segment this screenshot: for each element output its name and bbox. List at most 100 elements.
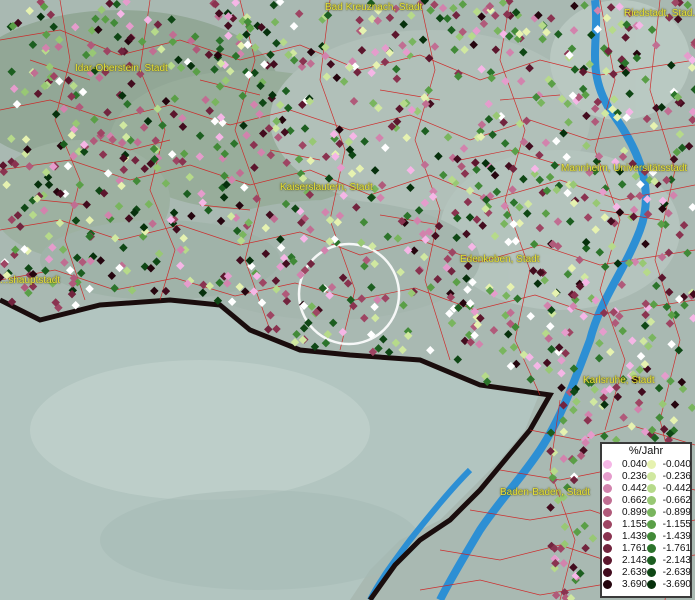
legend-value: -1.155 (662, 519, 691, 531)
measurement-point (15, 222, 25, 231)
measurement-point (306, 259, 316, 269)
measurement-point (119, 165, 129, 174)
measurement-point (157, 44, 166, 54)
legend-swatch (603, 483, 612, 493)
measurement-point (515, 203, 524, 212)
legend-value: 0.040 (621, 458, 647, 470)
measurement-point (127, 286, 137, 295)
measurement-point (680, 301, 689, 310)
measurement-point (467, 242, 477, 252)
legend-row: 2.143 (603, 555, 647, 567)
measurement-point (589, 397, 598, 407)
measurement-point (20, 87, 30, 97)
measurement-point (338, 273, 348, 283)
measurement-point (44, 180, 54, 190)
measurement-point (292, 329, 301, 339)
measurement-point (488, 130, 497, 139)
measurement-point (151, 136, 160, 145)
measurement-point (669, 191, 678, 200)
legend-swatch (603, 580, 612, 590)
legend-row: 0.040 (603, 458, 647, 470)
measurement-point (424, 53, 434, 63)
measurement-point (460, 169, 470, 178)
measurement-point (424, 85, 433, 95)
label-bad-kreuznach: Bad Kreuznach, Stadt (325, 2, 423, 13)
legend-row: -0.442 (647, 482, 691, 494)
legend-row: 2.639 (603, 567, 647, 579)
insar-velocity-map[interactable]: Bad Kreuznach, Stadt Idar-Oberstein, Sta… (0, 0, 695, 600)
measurement-point (462, 229, 471, 239)
measurement-point (431, 231, 440, 241)
measurement-point (20, 203, 29, 213)
measurement-point (290, 337, 300, 347)
measurement-point (413, 216, 422, 225)
measurement-point (690, 85, 695, 94)
measurement-point (240, 183, 249, 192)
legend-negative-column: -0.040 -0.236 -0.442 -0.662 -0.899 -1.155 -1.4… (647, 458, 691, 591)
legend-swatch (603, 471, 612, 481)
measurement-point (179, 149, 189, 158)
legend-row: -2.143 (647, 555, 691, 567)
measurement-point (349, 96, 359, 106)
measurement-point (103, 108, 112, 117)
measurement-point (474, 340, 484, 349)
measurement-point (360, 137, 369, 146)
measurement-point (580, 1, 589, 10)
measurement-point (122, 0, 131, 7)
measurement-point (592, 198, 601, 208)
measurement-point (119, 243, 128, 252)
legend-swatch (647, 520, 656, 530)
measurement-point (133, 138, 142, 147)
measurement-point (634, 398, 644, 408)
label-edenkoben: Edenkoben, Stadt (460, 254, 540, 265)
measurement-point (688, 107, 695, 117)
measurement-point (557, 356, 566, 365)
measurement-point (28, 40, 38, 49)
legend-row: 0.236 (603, 470, 647, 482)
measurement-point (102, 46, 112, 56)
measurement-point (154, 249, 164, 259)
measurement-point (617, 280, 627, 290)
measurement-point (343, 279, 353, 288)
measurement-point (478, 221, 487, 230)
measurement-point (271, 276, 281, 285)
legend-value: -0.899 (662, 506, 691, 518)
measurement-point (489, 326, 499, 335)
measurement-point (215, 82, 225, 91)
measurement-point (215, 132, 224, 142)
measurement-point (649, 121, 659, 131)
measurement-point (59, 104, 69, 114)
legend-row: 0.662 (603, 494, 647, 506)
measurement-point (490, 171, 500, 180)
measurement-point (569, 405, 578, 415)
measurement-point (484, 115, 494, 124)
measurement-point (657, 273, 667, 283)
measurement-point (204, 206, 213, 215)
measurement-point (563, 99, 572, 108)
legend-swatch (647, 544, 656, 554)
measurement-point (546, 428, 556, 438)
legend-row: 1.439 (603, 531, 647, 543)
measurement-point (176, 261, 185, 271)
measurement-point (575, 255, 584, 265)
measurement-point (487, 73, 496, 83)
measurement-point (219, 193, 229, 202)
label-idar-oberstein: Idar-Oberstein, Stadt (75, 63, 168, 74)
legend-value: 1.439 (621, 531, 647, 543)
measurement-point (502, 291, 511, 301)
measurement-point (664, 208, 673, 218)
measurement-point (335, 139, 344, 148)
legend-swatch (647, 459, 656, 469)
measurement-point (210, 65, 219, 74)
measurement-point (110, 283, 119, 293)
measurement-point (453, 355, 463, 364)
measurement-point (113, 32, 123, 42)
measurement-point (372, 60, 381, 70)
measurement-point (240, 287, 250, 296)
measurement-point (591, 225, 600, 234)
measurement-point (687, 403, 695, 412)
legend-value: -3.690 (662, 579, 691, 591)
measurement-point (289, 55, 299, 65)
measurement-point (406, 166, 415, 175)
measurement-point (357, 46, 367, 55)
